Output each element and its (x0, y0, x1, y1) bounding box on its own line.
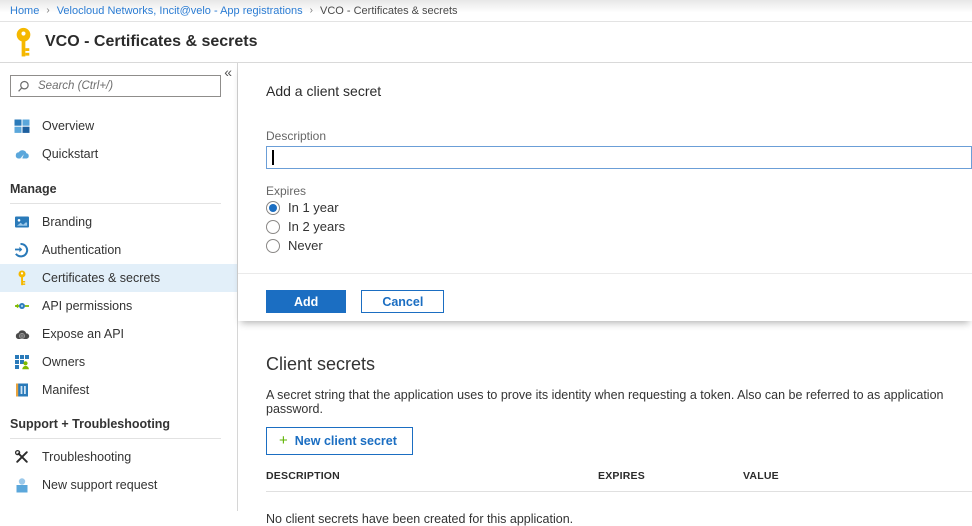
expires-label: Expires (266, 184, 307, 198)
sidebar-item-label: Manifest (42, 383, 90, 397)
sidebar-item-expose-api[interactable]: Expose an API (0, 320, 237, 348)
overview-icon (14, 119, 30, 133)
sidebar-item-branding[interactable]: Branding (0, 208, 237, 236)
search-input[interactable] (36, 79, 214, 93)
page-header: VCO - Certificates & secrets (0, 22, 972, 63)
troubleshooting-icon (14, 449, 28, 463)
breadcrumb-app-registrations[interactable]: Velocloud Networks, Incit@velo - App reg… (57, 5, 303, 17)
breadcrumb-current: VCO - Certificates & secrets (319, 4, 458, 17)
key-icon (16, 27, 31, 56)
page-title: VCO - Certificates & secrets (45, 33, 258, 50)
dialog-title: Add a client secret (266, 83, 382, 99)
column-expires: EXPIRES (598, 470, 645, 482)
sidebar-item-label: Quickstart (42, 147, 99, 161)
plus-icon: + (279, 432, 288, 449)
sidebar-item-label: Owners (42, 355, 86, 369)
key-icon (18, 270, 26, 286)
owners-icon (15, 355, 29, 370)
client-secrets-section: Client secrets A secret string that the … (238, 321, 972, 526)
quickstart-icon (15, 150, 29, 159)
sidebar-item-troubleshooting[interactable]: Troubleshooting (0, 443, 237, 471)
sidebar-collapse-button[interactable]: « (224, 65, 232, 79)
api-permissions-icon (15, 303, 29, 309)
secrets-table-header: DESCRIPTION EXPIRES VALUE (266, 470, 972, 492)
sidebar-item-label: Overview (42, 119, 95, 133)
description-input[interactable] (266, 146, 972, 169)
radio-icon[interactable] (266, 238, 280, 253)
radio-label: In 2 years (288, 219, 346, 234)
client-secrets-title: Client secrets (266, 354, 376, 374)
sidebar-item-label: Authentication (42, 243, 122, 257)
sidebar-item-label: Expose an API (42, 327, 125, 341)
sidebar-item-manifest[interactable]: Manifest (0, 376, 237, 404)
branding-icon (15, 216, 29, 228)
description-label: Description (266, 129, 327, 143)
manifest-icon (16, 383, 28, 397)
add-client-secret-panel: Add a client secret Description Expires … (238, 63, 972, 321)
new-client-secret-label: New client secret (294, 433, 397, 448)
empty-state-message: No client secrets have been created for … (266, 512, 574, 526)
search-icon (18, 80, 29, 92)
azure-portal-page: Home › Velocloud Networks, Incit@velo - … (0, 0, 972, 526)
main-content: Add a client secret Description Expires … (238, 63, 972, 526)
add-button[interactable]: Add (266, 290, 347, 313)
radio-label: Never (288, 238, 323, 253)
authentication-icon (15, 243, 29, 258)
breadcrumb: Home › Velocloud Networks, Incit@velo - … (0, 0, 972, 22)
sidebar-item-label: Certificates & secrets (42, 271, 161, 285)
expose-api-icon (15, 330, 30, 339)
text-caret (272, 150, 274, 165)
column-description: DESCRIPTION (266, 470, 340, 482)
sidebar-search[interactable] (10, 75, 221, 97)
sidebar-item-certificates-secrets[interactable]: Certificates & secrets (0, 264, 237, 292)
new-client-secret-button[interactable]: + New client secret (266, 427, 413, 455)
breadcrumb-home[interactable]: Home (10, 5, 39, 17)
sidebar-item-authentication[interactable]: Authentication (0, 236, 237, 264)
sidebar-item-label: Troubleshooting (42, 450, 132, 464)
sidebar: « Overview (0, 63, 238, 511)
radio-selected-icon[interactable] (266, 200, 280, 215)
sidebar-item-owners[interactable]: Owners (0, 348, 237, 376)
expires-option-2-years[interactable]: In 2 years (266, 217, 972, 236)
sidebar-nav: Overview Quickstart Manage Branding Auth… (0, 112, 237, 499)
breadcrumb-separator: › (46, 5, 50, 16)
sidebar-item-label: Branding (42, 215, 93, 229)
dialog-divider (238, 273, 972, 274)
expires-option-never[interactable]: Never (266, 236, 972, 255)
sidebar-item-quickstart[interactable]: Quickstart (0, 140, 237, 168)
radio-icon[interactable] (266, 219, 280, 234)
sidebar-item-new-support-request[interactable]: New support request (0, 471, 237, 499)
sidebar-group-support: Support + Troubleshooting (10, 417, 221, 439)
sidebar-group-manage: Manage (10, 182, 221, 204)
sidebar-item-overview[interactable]: Overview (0, 112, 237, 140)
client-secrets-description: A secret string that the application use… (266, 388, 944, 416)
cancel-button[interactable]: Cancel (361, 290, 445, 313)
sidebar-item-label: New support request (42, 478, 158, 492)
column-value: VALUE (743, 470, 779, 482)
sidebar-item-api-permissions[interactable]: API permissions (0, 292, 237, 320)
sidebar-item-label: API permissions (42, 299, 133, 313)
support-person-icon (16, 478, 28, 493)
radio-label: In 1 year (288, 200, 339, 215)
expires-option-1-year[interactable]: In 1 year (266, 198, 972, 217)
breadcrumb-separator: › (309, 5, 313, 16)
